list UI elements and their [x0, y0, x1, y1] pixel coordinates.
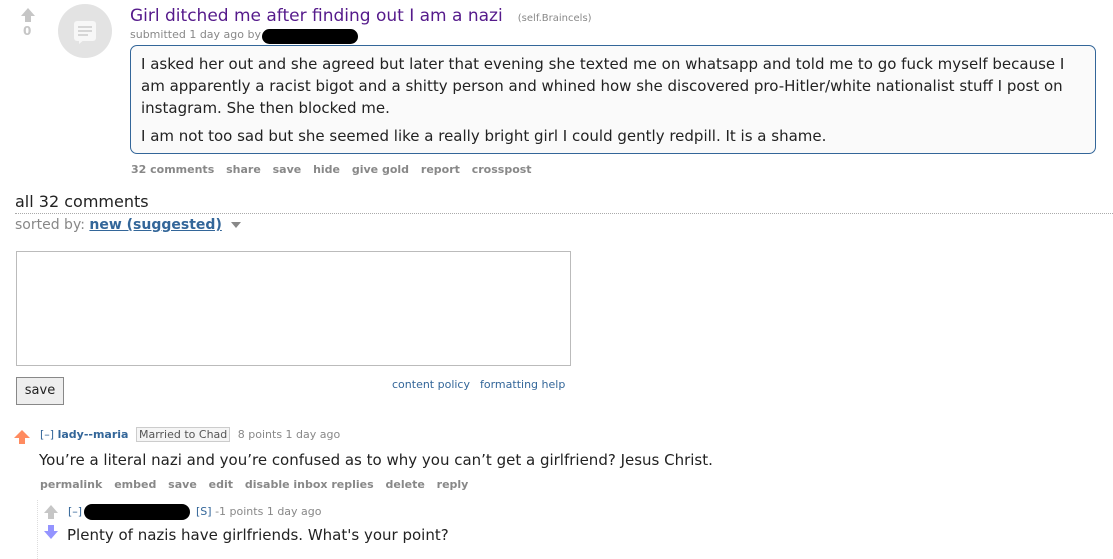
- downvote-arrow-stem: [48, 525, 54, 531]
- collapse-toggle[interactable]: [–]: [68, 505, 82, 518]
- comment-tagline: [S] -1 points 1 day ago: [196, 505, 322, 518]
- comment-save-button[interactable]: save: [16, 377, 64, 405]
- give-gold-button[interactable]: give gold: [352, 163, 409, 176]
- report-button[interactable]: report: [421, 163, 460, 176]
- post-title[interactable]: Girl ditched me after finding out I am a…: [130, 6, 503, 26]
- save-button[interactable]: save: [273, 163, 302, 176]
- upvote-arrow-stem: [19, 438, 25, 444]
- post-selftext: I asked her out and she agreed but later…: [130, 45, 1096, 154]
- upvote-arrow-icon[interactable]: [21, 8, 35, 16]
- hide-button[interactable]: hide: [313, 163, 340, 176]
- comments-link[interactable]: 32 comments: [131, 163, 214, 176]
- reply-button[interactable]: reply: [437, 478, 469, 491]
- thumb-line: [78, 30, 92, 32]
- upvote-arrow-stem: [25, 16, 31, 22]
- submitter-tag: [S]: [196, 505, 212, 518]
- post-buttons: 32 comments share save hide give gold re…: [131, 163, 540, 176]
- comments-divider: [15, 213, 1113, 214]
- downvote-arrow-icon[interactable]: [44, 531, 58, 539]
- comment-tagline: [–]: [68, 505, 82, 518]
- formatting-help-link[interactable]: formatting help: [480, 378, 565, 391]
- upvote-arrow-stem: [48, 513, 54, 519]
- post-score: 0: [23, 24, 32, 38]
- disable-inbox-replies-button[interactable]: disable inbox replies: [245, 478, 374, 491]
- comment-body: You’re a literal nazi and you’re confuse…: [39, 451, 713, 469]
- self-post-thumbnail-icon[interactable]: [58, 4, 112, 58]
- thumb-line: [78, 26, 92, 28]
- edit-button[interactable]: edit: [209, 478, 233, 491]
- post-title-row: Girl ditched me after finding out I am a…: [130, 6, 592, 26]
- delete-button[interactable]: delete: [386, 478, 425, 491]
- comment-author[interactable]: lady--maria: [58, 428, 129, 441]
- embed-button[interactable]: embed: [114, 478, 156, 491]
- post-tagline: submitted 1 day ago by: [130, 28, 261, 41]
- thumb-line: [78, 34, 88, 36]
- comment-buttons: permalink embed save edit disable inbox …: [40, 478, 476, 491]
- upvote-arrow-icon[interactable]: [44, 505, 58, 513]
- chevron-down-icon[interactable]: [231, 222, 242, 228]
- comment-meta: -1 points 1 day ago: [215, 505, 322, 518]
- comment-textarea[interactable]: [16, 251, 571, 366]
- comment-meta: 8 points 1 day ago: [237, 428, 341, 441]
- save-button[interactable]: save: [168, 478, 197, 491]
- sort-dropdown[interactable]: new (suggested): [89, 217, 221, 233]
- redacted-username: [84, 504, 190, 520]
- share-button[interactable]: share: [226, 163, 261, 176]
- selftext-paragraph: I asked her out and she agreed but later…: [141, 55, 1065, 117]
- crosspost-button[interactable]: crosspost: [472, 163, 532, 176]
- user-flair: Married to Chad: [135, 427, 231, 442]
- text-post-icon: [74, 21, 96, 44]
- post-domain[interactable]: (self.Braincels): [518, 13, 592, 24]
- comment-tagline: [–] lady--maria Married to Chad 8 points…: [40, 427, 341, 442]
- upvote-arrow-icon[interactable]: [14, 430, 30, 438]
- comments-heading: all 32 comments: [15, 192, 149, 211]
- selftext-paragraph: I am not too sad but she seemed like a r…: [141, 127, 827, 145]
- sort-row: sorted by: new (suggested): [15, 217, 242, 233]
- collapse-toggle[interactable]: [–]: [40, 428, 54, 441]
- child-comment-rule: [37, 500, 38, 559]
- speech-tail: [79, 39, 85, 44]
- content-policy-link[interactable]: content policy: [392, 378, 470, 391]
- sorted-label: sorted by:: [15, 217, 85, 233]
- permalink-button[interactable]: permalink: [40, 478, 102, 491]
- comment-body: Plenty of nazis have girlfriends. What's…: [67, 526, 449, 544]
- redacted-username: [262, 29, 358, 44]
